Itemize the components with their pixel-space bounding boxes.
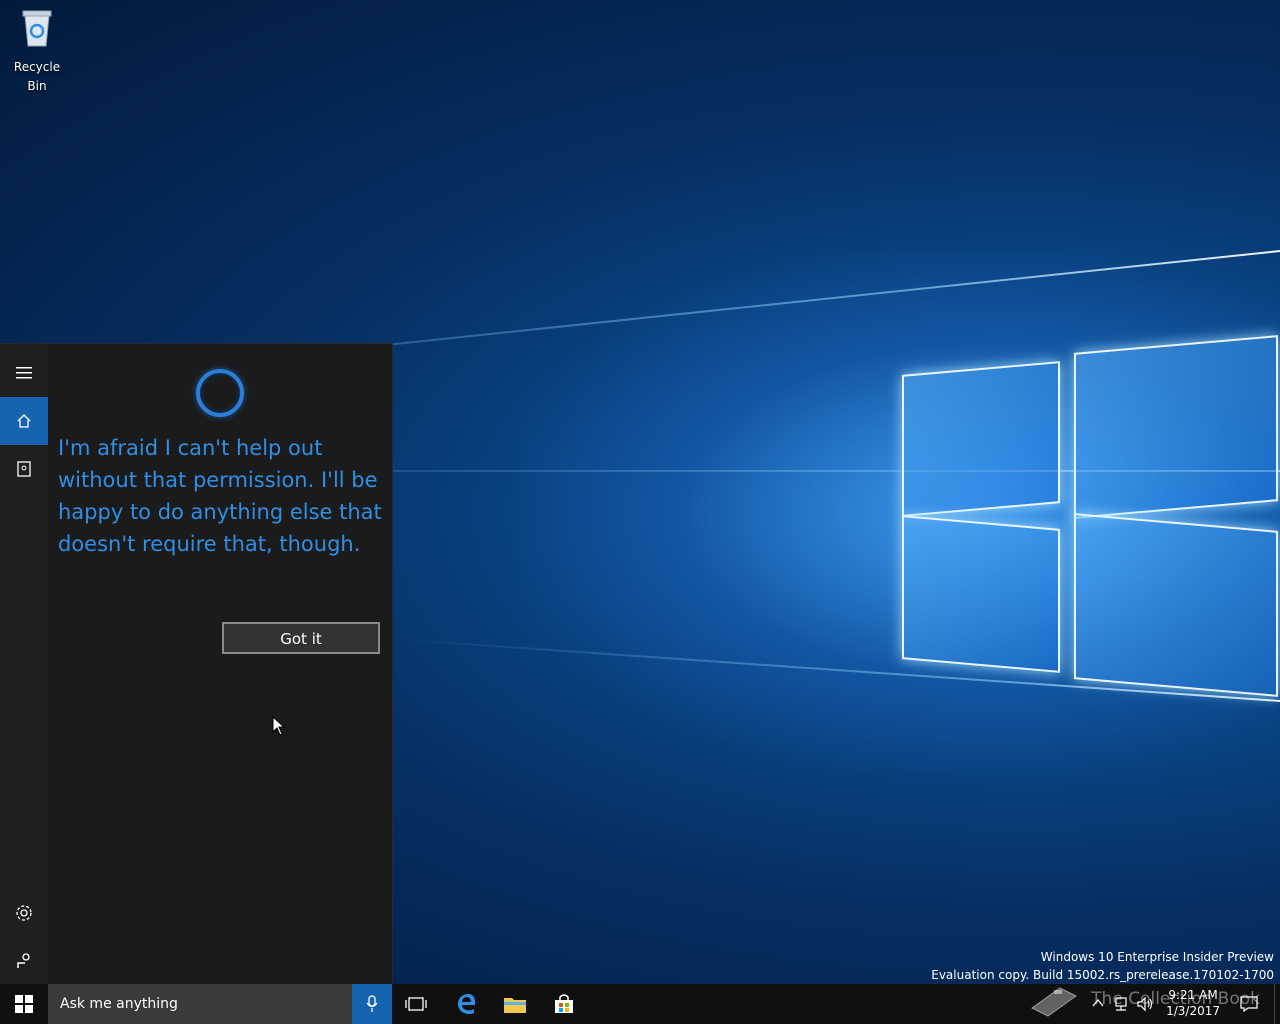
microphone-button[interactable] [352, 984, 392, 1024]
task-view-icon [405, 997, 427, 1011]
recycle-bin-icon [22, 10, 52, 47]
clock-time: 9:21 AM [1168, 988, 1218, 1002]
book-watermark-icon [1031, 987, 1077, 1017]
cortana-content: I'm afraid I can't help out without that… [48, 344, 392, 985]
file-explorer-icon [504, 998, 526, 1013]
cortana-message: I'm afraid I can't help out without that… [58, 436, 382, 556]
feedback-button[interactable] [0, 937, 48, 985]
volume-icon[interactable] [1136, 996, 1154, 1012]
mouse-cursor-icon [272, 716, 286, 736]
home-button[interactable] [0, 397, 48, 445]
got-it-button[interactable]: Got it [222, 622, 380, 654]
file-explorer-button[interactable] [491, 984, 539, 1024]
task-view-button[interactable] [392, 984, 440, 1024]
notebook-icon [17, 461, 31, 477]
settings-icon [16, 905, 32, 921]
search-box[interactable] [48, 984, 392, 1024]
windows-logo-pane [902, 515, 1060, 673]
action-center-icon[interactable] [1240, 996, 1258, 1012]
build-watermark-line1: Windows 10 Enterprise Insider Preview [1040, 950, 1274, 964]
windows-start-icon [15, 995, 33, 1013]
edge-button[interactable] [443, 984, 491, 1024]
menu-button[interactable] [0, 349, 48, 397]
feedback-icon [17, 953, 30, 968]
recycle-bin-label: Recycle Bin [13, 60, 61, 93]
start-button[interactable] [0, 984, 48, 1024]
build-watermark-line2: Evaluation copy. Build 15002.rs_prerelea… [931, 968, 1274, 982]
notebook-button[interactable] [0, 445, 48, 493]
show-desktop-strip[interactable] [1274, 984, 1280, 1024]
windows-logo-pane [902, 361, 1060, 517]
windows-logo-pane [1074, 513, 1278, 697]
cortana-panel: I'm afraid I can't help out without that… [0, 343, 393, 985]
system-tray: The Collection Book 9:21 AM 1/3/2017 [1020, 984, 1280, 1024]
hamburger-icon [16, 367, 32, 379]
home-icon [17, 414, 31, 428]
taskbar-clock[interactable]: 9:21 AM 1/3/2017 [1166, 987, 1220, 1019]
store-icon [555, 994, 573, 1013]
windows-logo-pane [1074, 335, 1278, 519]
cortana-ring-icon [196, 369, 244, 417]
recycle-bin[interactable]: Recycle Bin [4, 6, 70, 94]
microphone-icon [366, 995, 378, 1012]
clock-date: 1/3/2017 [1166, 1004, 1220, 1018]
taskbar: The Collection Book 9:21 AM 1/3/2017 [0, 984, 1280, 1024]
settings-button[interactable] [0, 889, 48, 937]
show-hidden-icons-chevron-icon[interactable] [1092, 998, 1104, 1008]
cortana-rail [0, 344, 48, 985]
search-input[interactable] [48, 984, 348, 1024]
network-icon[interactable] [1112, 996, 1128, 1012]
store-button[interactable] [540, 984, 588, 1024]
edge-icon [458, 994, 476, 1014]
